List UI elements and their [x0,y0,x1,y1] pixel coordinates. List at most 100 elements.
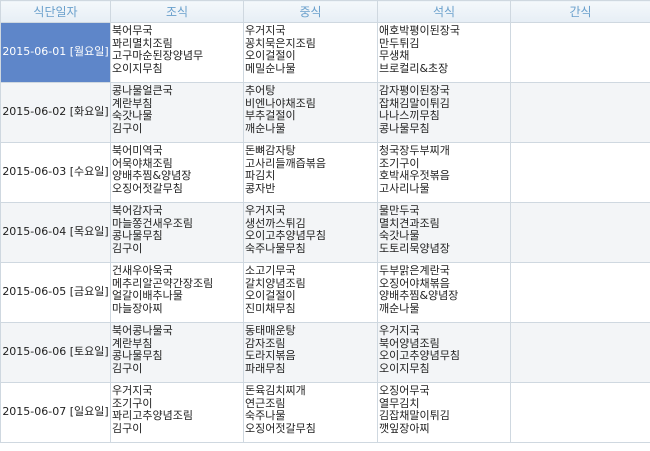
menu-item: 꽈리멸치조림 [112,37,173,50]
table-body: 2015-06-01 [월요일] 북어무국 꽈리멸치조림 고구마순된장양념무 오이지무침… [0,22,650,443]
table-row: 2015-06-01 [월요일] 북어무국 꽈리멸치조림 고구마순된장양념무 오이지무침… [0,22,650,83]
date-cell[interactable]: 2015-06-07 [일요일] [0,382,111,443]
menu-item: 우거지국 [245,25,286,37]
menu-item: 오징어무국 [379,385,430,397]
menu-item: 연근조림 [245,397,286,410]
menu-item: 어묵야채조림 [112,157,173,170]
menu-item: 숙갓나물 [112,110,153,122]
menu-item: 생선까스튀김 [245,217,306,230]
breakfast-cell: 우거지국 조기구이 꽈리고추양념조림 김구이 [110,382,244,443]
menu-item: 김구이 [112,422,143,435]
menu-item: 돈육김치찌개 [245,385,306,397]
menu-item: 깨순나물 [379,302,420,315]
lunch-cell: 우거지국 생선까스튀김 오이고추양념무침 숙주나물무침 [243,202,378,263]
lunch-cell: 돈뼈감자탕 고사리들깨즙볶음 파김치 콩자반 [243,142,378,203]
snack-cell [510,262,650,323]
menu-item: 추어탕 [245,85,276,97]
menu-item: 오이고추양념무침 [379,350,460,362]
menu-item: 감자조림 [245,337,286,350]
menu-item: 청국장두부찌개 [379,145,450,157]
table-header-row: 식단일자 조식 중식 석식 간식 [0,0,650,23]
date-cell[interactable]: 2015-06-03 [수요일] [0,142,111,203]
date-cell[interactable]: 2015-06-06 [토요일] [0,322,111,383]
menu-item: 두부맑은계란국 [379,265,450,277]
lunch-cell: 소고기무국 갈치양념조림 오이걸절이 진미채무침 [243,262,378,323]
date-cell[interactable]: 2015-06-04 [목요일] [0,202,111,263]
menu-item: 무생채 [379,50,410,62]
dinner-cell: 물만두국 멸치견과조림 숙갓나물 도토리묵양념장 [377,202,511,263]
menu-item: 콩나물무침 [379,122,430,135]
header-date: 식단일자 [0,0,111,23]
date-cell[interactable]: 2015-06-01 [월요일] [0,22,111,83]
menu-item: 마늘장아찌 [112,302,163,315]
menu-item: 꽈리고추양념조림 [112,410,193,422]
menu-item: 우거지국 [379,325,420,337]
breakfast-cell: 북어콩나물국 계란부침 콩나물무침 김구이 [110,322,244,383]
menu-item: 고사리나물 [379,182,430,195]
header-dinner: 석식 [377,0,511,23]
menu-item: 물만두국 [379,205,420,217]
menu-item: 양배추찜&양념장 [379,290,459,302]
table-row: 2015-06-06 [토요일] 북어콩나물국 계란부침 콩나물무침 김구이 동태매운탕 감… [0,322,650,383]
table-row: 2015-06-05 [금요일] 건새우아욱국 메추리알곤약간장조림 얼갈이배추나물 마… [0,262,650,323]
menu-item: 우거지국 [245,205,286,217]
date-cell[interactable]: 2015-06-02 [화요일] [0,82,111,143]
dinner-cell: 감자평이된장국 잡채김말이튀김 나나스끼무침 콩나물무침 [377,82,511,143]
menu-item: 우거지국 [112,385,153,397]
snack-cell [510,142,650,203]
menu-item: 숙주나물 [245,410,286,422]
menu-item: 파래무침 [245,362,286,375]
menu-item: 오징어젓갈무침 [245,422,316,435]
snack-cell [510,82,650,143]
menu-item: 메추리알곤약간장조림 [112,277,214,290]
snack-cell [510,322,650,383]
menu-item: 김구이 [112,242,143,255]
meal-schedule-table: 식단일자 조식 중식 석식 간식 2015-06-01 [월요일] 북어무국 꽈리멸… [0,0,650,443]
menu-item: 진미채무침 [245,302,296,315]
menu-item: 건새우아욱국 [112,265,173,277]
menu-item: 오이지무침 [112,62,163,75]
menu-item: 깻잎장아찌 [379,422,430,435]
menu-item: 돈뼈감자탕 [245,145,296,157]
header-snack: 간식 [510,0,650,23]
menu-item: 잡채김말이튀김 [379,97,450,110]
menu-item: 브로컬리&초장 [379,62,449,75]
snack-cell [510,202,650,263]
menu-item: 조기구이 [112,397,153,410]
date-cell[interactable]: 2015-06-05 [금요일] [0,262,111,323]
menu-item: 깨순나물 [245,122,286,135]
menu-item: 북어무국 [112,25,153,37]
menu-item: 오징어젓갈무침 [112,182,183,195]
menu-item: 북어콩나물국 [112,325,173,337]
menu-item: 동태매운탕 [245,325,296,337]
dinner-cell: 오징어무국 열무김치 김잡채말이튀김 깻잎장아찌 [377,382,511,443]
menu-item: 마늘쫑건새우조림 [112,217,193,230]
menu-item: 계란부침 [112,337,153,350]
menu-item: 메밀순나물 [245,62,296,75]
menu-item: 갈치양념조림 [245,277,306,290]
menu-item: 도토리묵양념장 [379,242,450,255]
menu-item: 감자평이된장국 [379,85,450,97]
menu-item: 고사리들깨즙볶음 [245,157,326,170]
menu-item: 고구마순된장양념무 [112,50,204,62]
menu-item: 콩나물얼큰국 [112,85,173,97]
menu-item: 멸치견과조림 [379,217,440,230]
table-row: 2015-06-03 [수요일] 북어미역국 어묵야채조림 양배추찜&양념장 오징어젓갈… [0,142,650,203]
menu-item: 오이걸절이 [245,290,296,302]
breakfast-cell: 북어미역국 어묵야채조림 양배추찜&양념장 오징어젓갈무침 [110,142,244,203]
menu-item: 북어미역국 [112,145,163,157]
menu-item: 나나스끼무침 [379,110,440,122]
menu-item: 애호박평이된장국 [379,25,460,37]
menu-item: 도라지볶음 [245,350,296,362]
breakfast-cell: 건새우아욱국 메추리알곤약간장조림 얼갈이배추나물 마늘장아찌 [110,262,244,323]
menu-item: 콩자반 [245,182,276,195]
breakfast-cell: 콩나물얼큰국 계란부침 숙갓나물 김구이 [110,82,244,143]
menu-item: 오이고추양념무침 [245,230,326,242]
menu-item: 꽁치묵은지조림 [245,37,316,50]
table-row: 2015-06-02 [화요일] 콩나물얼큰국 계란부침 숙갓나물 김구이 추어탕 비엔나야… [0,82,650,143]
menu-item: 얼갈이배추나물 [112,290,183,302]
snack-cell [510,22,650,83]
menu-item: 오이걸절이 [245,50,296,62]
menu-item: 숙주나물무침 [245,242,306,255]
dinner-cell: 애호박평이된장국 만두튀김 무생채 브로컬리&초장 [377,22,511,83]
